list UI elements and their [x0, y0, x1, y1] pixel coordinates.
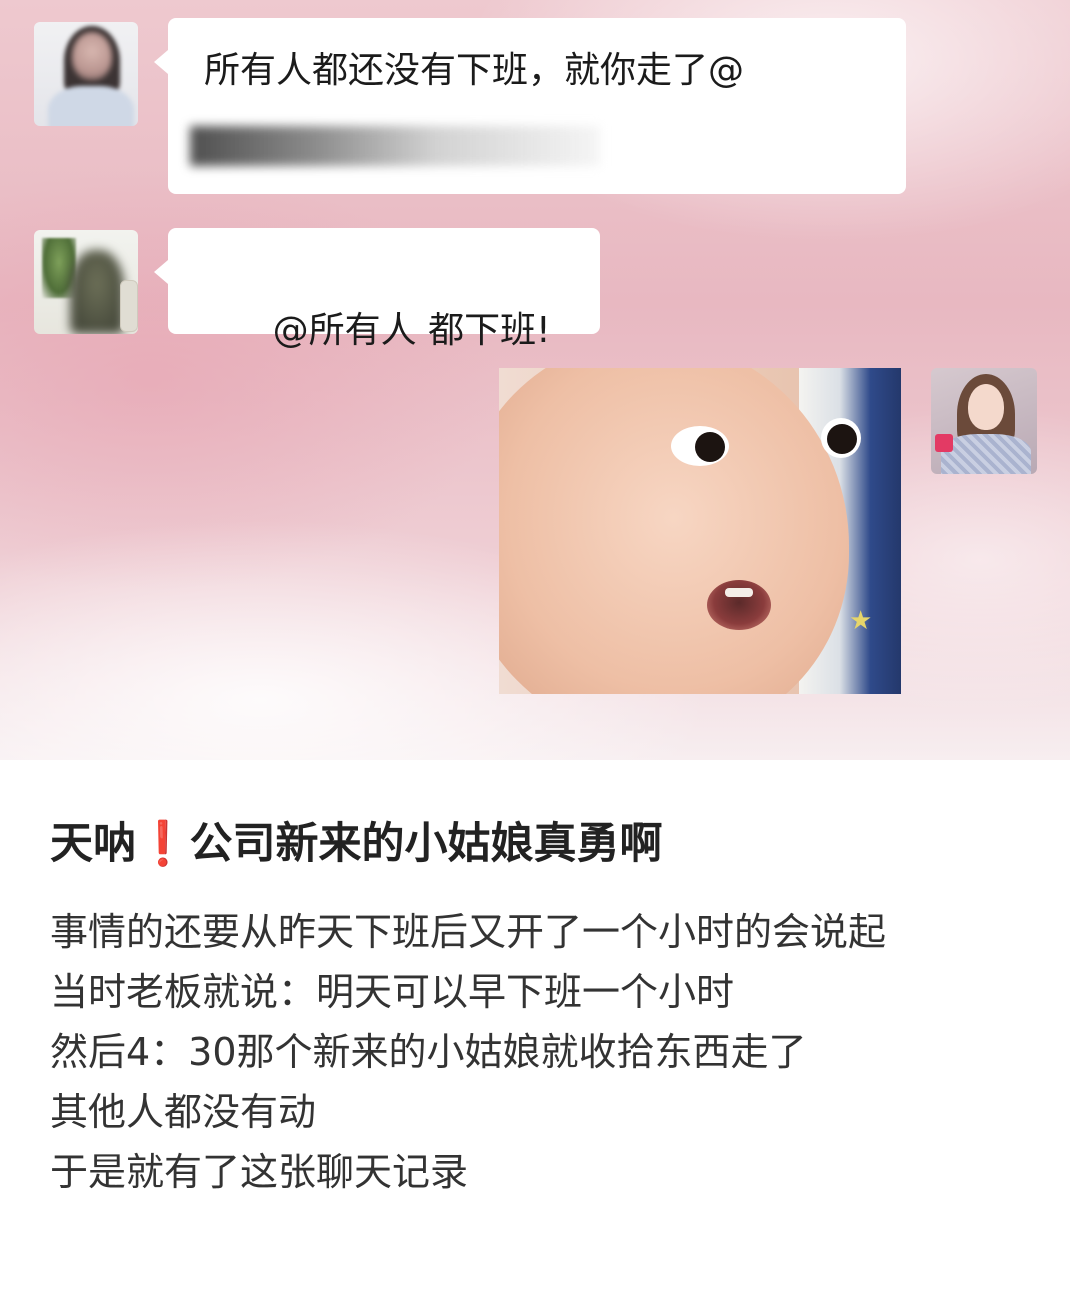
exclamation-icon: ❗ — [136, 819, 190, 869]
post-line: 然后4：30那个新来的小姑娘就收拾东西走了 — [50, 1030, 807, 1074]
screenshot-page: 所有人都还没有下班，就你走了@ @所有人 都下班! ★ 天呐❗公司新来的小姑娘真… — [0, 0, 1070, 1314]
post-content: 天呐❗公司新来的小姑娘真勇啊 事情的还要从昨天下班后又开了一个小时的会说起 当时… — [0, 760, 1070, 1314]
post-line: 当时老板就说：明天可以早下班一个小时 — [50, 970, 735, 1014]
post-line: 事情的还要从昨天下班后又开了一个小时的会说起 — [50, 910, 887, 954]
message-bubble-1[interactable]: 所有人都还没有下班，就你走了@ — [154, 18, 906, 194]
post-body: 事情的还要从昨天下班后又开了一个小时的会说起 当时老板就说：明天可以早下班一个小… — [50, 902, 1040, 1202]
redacted-mention — [190, 126, 600, 166]
message-text-2: @所有人 都下班! — [272, 310, 551, 351]
post-title-start: 天呐 — [50, 819, 136, 869]
post-title-rest: 公司新来的小姑娘真勇啊 — [189, 819, 663, 869]
user-avatar-blurred-woman-icon[interactable] — [34, 22, 138, 126]
surprised-baby-sticker[interactable]: ★ — [499, 368, 901, 694]
chat-screenshot: 所有人都还没有下班，就你走了@ @所有人 都下班! ★ — [0, 0, 1070, 760]
user-avatar-blurred-plant-icon[interactable] — [34, 230, 138, 334]
message-text-1: 所有人都还没有下班，就你走了@ — [204, 50, 745, 91]
post-line: 于是就有了这张聊天记录 — [50, 1150, 469, 1194]
post-title: 天呐❗公司新来的小姑娘真勇啊 — [50, 814, 663, 874]
message-bubble-2[interactable]: @所有人 都下班! — [154, 228, 600, 351]
user-avatar-woman-icon[interactable] — [931, 368, 1037, 474]
post-line: 其他人都没有动 — [50, 1090, 317, 1134]
